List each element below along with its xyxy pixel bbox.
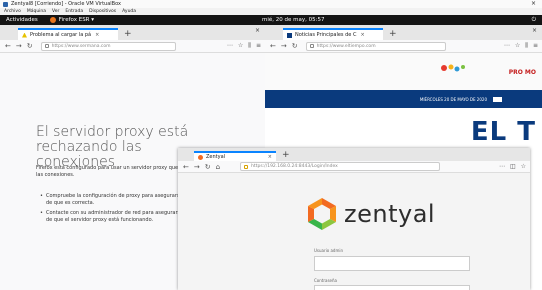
zentyal-favicon xyxy=(198,154,203,160)
bookmark-icon[interactable]: ☆ xyxy=(238,42,243,50)
error-suggestions: Compruebe la configuración de proxy para… xyxy=(40,193,190,227)
site-icon xyxy=(287,32,292,38)
menu-ver[interactable]: Ver xyxy=(52,9,59,14)
forward-icon[interactable]: → xyxy=(16,42,22,50)
back-icon[interactable]: ← xyxy=(183,163,189,171)
tab-title: Noticias Principales de C xyxy=(295,32,357,38)
tab-strip: Zentyal × + xyxy=(178,148,530,161)
library-icon[interactable]: ⫼ xyxy=(248,42,251,50)
zentyal-wordmark: zentyal xyxy=(344,200,436,228)
date-text: MIÉRCOLES 20 DE MAYO DE 2020 xyxy=(419,96,487,102)
tab-strip: Noticias Principales de C × + × xyxy=(265,25,542,40)
more-icon[interactable]: ⋯ xyxy=(227,42,233,50)
virtualbox-icon xyxy=(3,1,8,7)
username-input[interactable] xyxy=(314,256,470,271)
reload-icon[interactable]: ↻ xyxy=(27,42,33,50)
zentyal-logo: zentyal xyxy=(304,196,435,232)
menu-icon[interactable]: ≡ xyxy=(533,42,538,50)
tab-news[interactable]: Noticias Principales de C × xyxy=(283,28,383,40)
menu-maquina[interactable]: Máquina xyxy=(27,9,46,14)
url-bar[interactable]: https://192.168.0.24:8443/Login/Index xyxy=(240,162,441,171)
menu-icon[interactable]: ≡ xyxy=(256,42,261,50)
url-text: https://www.eltiempo.com xyxy=(316,43,376,49)
toolbar-right: ⋯ ◫ ☆ xyxy=(494,163,526,170)
tab-zentyal[interactable]: Zentyal × xyxy=(194,151,276,161)
forward-icon[interactable]: → xyxy=(281,42,287,50)
activities-button[interactable]: Actividades xyxy=(6,17,38,23)
app-menu[interactable]: Firefox ESR ▾ xyxy=(49,17,95,23)
play-icon[interactable] xyxy=(493,96,502,102)
password-label: Contraseña xyxy=(314,278,337,283)
url-text: https://192.168.0.24:8443/Login/Index xyxy=(251,164,338,169)
app-menu-label: Firefox ESR ▾ xyxy=(58,17,95,23)
gnome-top-bar: Actividades Firefox ESR ▾ mié, 20 de may… xyxy=(0,15,542,25)
toolbar-right: ⋯ ☆ ⫼ ≡ xyxy=(499,42,538,50)
nav-toolbar: ← → ↻ ⌂ https://192.168.0.24:8443/Login/… xyxy=(178,161,530,173)
bookmark-icon[interactable]: ☆ xyxy=(521,163,526,170)
toolbar-right: ⋯ ☆ ⫼ ≡ xyxy=(222,42,261,50)
more-icon[interactable]: ⋯ xyxy=(499,163,505,170)
more-icon[interactable]: ⋯ xyxy=(504,42,510,50)
username-label: Usuario admin xyxy=(314,248,344,253)
virtualbox-titlebar: Zentyal8 [Corriendo] - Oracle VM Virtual… xyxy=(0,0,542,8)
warning-lock-icon xyxy=(244,164,249,169)
promo-text[interactable]: PRO MO xyxy=(509,69,536,76)
forward-icon[interactable]: → xyxy=(194,163,200,171)
close-icon[interactable]: × xyxy=(531,0,536,7)
library-icon[interactable]: ⫼ xyxy=(525,42,528,50)
zentyal-hexagon-icon xyxy=(308,198,336,230)
nav-toolbar: ← → ↻ https://www.sermana.com ⋯ ☆ ⫼ ≡ xyxy=(0,40,265,53)
new-tab-button[interactable]: + xyxy=(124,28,132,40)
news-logo[interactable]: EL T xyxy=(471,117,536,147)
colorful-decoration-icon xyxy=(441,64,465,72)
close-tab-icon[interactable]: × xyxy=(95,32,99,38)
close-window-icon[interactable]: × xyxy=(532,27,537,34)
menu-entrada[interactable]: Entrada xyxy=(65,9,83,14)
tab-proxy-error[interactable]: Problema al cargar la pá × xyxy=(18,28,118,40)
back-icon[interactable]: ← xyxy=(5,42,11,50)
news-date-bar: MIÉRCOLES 20 DE MAYO DE 2020 xyxy=(265,90,542,108)
tab-title: Zentyal xyxy=(206,154,226,160)
list-item: Compruebe la configuración de proxy para… xyxy=(40,193,190,206)
close-tab-icon[interactable]: × xyxy=(360,32,364,38)
url-text: https://www.sermana.com xyxy=(51,43,111,49)
bookmark-icon[interactable]: ☆ xyxy=(515,42,520,50)
tab-title: Problema al cargar la pá xyxy=(30,32,92,38)
reload-icon[interactable]: ↻ xyxy=(292,42,298,50)
clock[interactable]: mié, 20 de may, 05:57 xyxy=(262,17,324,23)
virtualbox-title: Zentyal8 [Corriendo] - Oracle VM Virtual… xyxy=(11,1,121,7)
url-bar[interactable]: https://www.sermana.com xyxy=(40,41,176,51)
virtualbox-menubar: Archivo Máquina Ver Entrada Dispositivos… xyxy=(0,8,542,15)
info-icon xyxy=(44,44,49,48)
menu-archivo[interactable]: Archivo xyxy=(4,9,21,14)
back-icon[interactable]: ← xyxy=(270,42,276,50)
password-input[interactable] xyxy=(314,285,470,290)
new-tab-button[interactable]: + xyxy=(282,149,290,161)
reload-icon[interactable]: ↻ xyxy=(205,163,211,171)
nav-toolbar: ← → ↻ https://www.eltiempo.com ⋯ ☆ ⫼ ≡ xyxy=(265,40,542,53)
lock-icon xyxy=(309,44,314,48)
home-icon[interactable]: ⌂ xyxy=(216,163,220,171)
url-bar[interactable]: https://www.eltiempo.com xyxy=(305,41,446,51)
new-tab-button[interactable]: + xyxy=(389,28,397,40)
tab-strip: Problema al cargar la pá × + × xyxy=(0,25,265,40)
warning-icon xyxy=(22,32,27,38)
close-window-icon[interactable]: × xyxy=(255,27,260,34)
list-item: Contacte con su administrador de red par… xyxy=(40,210,190,223)
menu-dispositivos[interactable]: Dispositivos xyxy=(89,9,116,14)
menu-ayuda[interactable]: Ayuda xyxy=(122,9,136,14)
pocket-icon[interactable]: ◫ xyxy=(510,163,516,170)
firefox-icon xyxy=(49,17,56,23)
news-header xyxy=(265,53,542,90)
close-tab-icon[interactable]: × xyxy=(268,154,272,160)
power-icon[interactable]: ⏻ xyxy=(532,17,536,24)
firefox-window-zentyal: Zentyal × + ← → ↻ ⌂ https://192.168.0.24… xyxy=(178,148,530,290)
